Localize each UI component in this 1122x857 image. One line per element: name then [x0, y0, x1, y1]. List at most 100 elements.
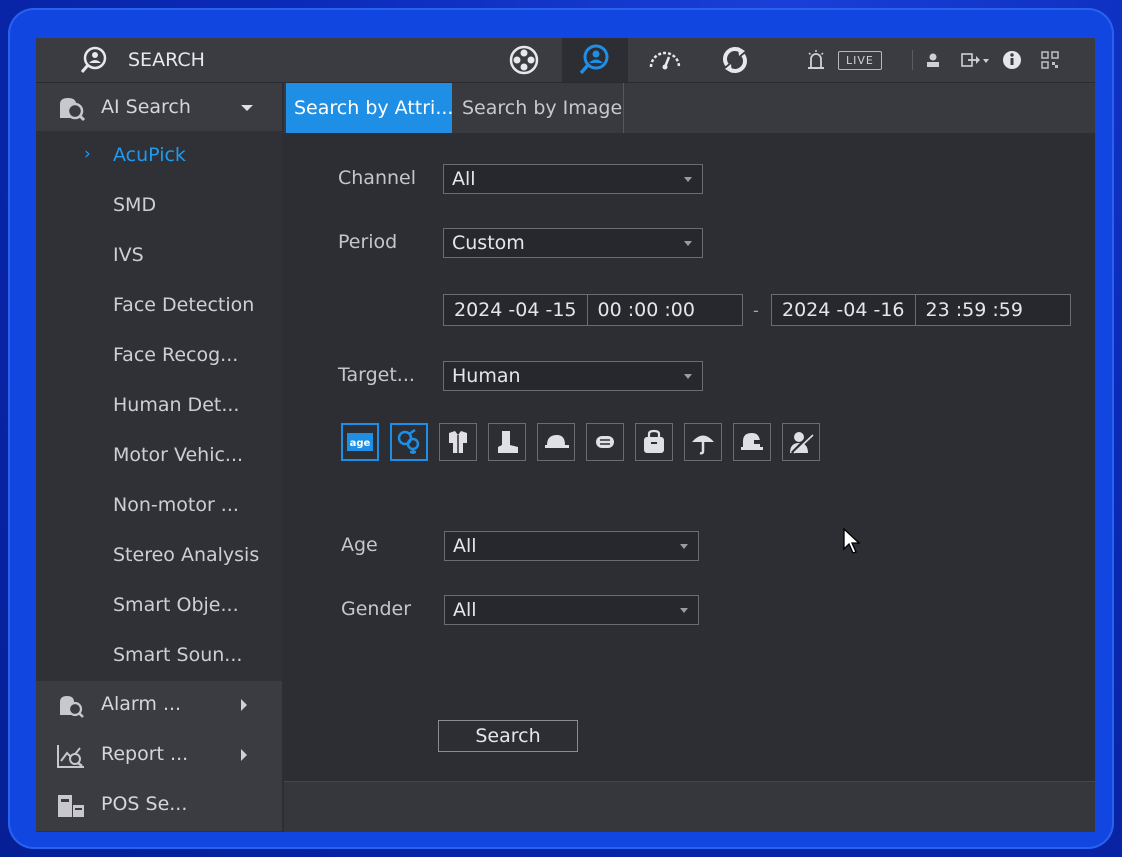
pos-terminal-icon [58, 795, 84, 817]
age-icon: age [347, 433, 373, 451]
sidebar-section-alarm[interactable]: Alarm ... [36, 681, 282, 731]
alarm-button[interactable] [802, 38, 830, 82]
sidebar-item-non-motor[interactable]: Non-motor ... [36, 481, 282, 531]
umbrella-icon [692, 435, 714, 455]
attribute-bag-toggle[interactable] [635, 423, 673, 461]
attribute-gender-toggle[interactable] [390, 423, 428, 461]
dropdown-caret-icon [684, 241, 692, 246]
search-button-label: Search [475, 725, 541, 747]
sync-button[interactable] [710, 38, 760, 82]
main-panel: Search by Attri... Search by Image Chann… [284, 83, 1095, 832]
clothes-icon [449, 431, 467, 453]
report-chart-icon [57, 745, 84, 768]
sidebar-item-acupick[interactable]: › AcuPick [36, 131, 282, 181]
attribute-mask-toggle[interactable] [586, 423, 624, 461]
user-icon [927, 53, 939, 67]
target-value: Human [452, 365, 521, 387]
playback-button[interactable] [496, 38, 552, 82]
attribute-umbrella-toggle[interactable] [684, 423, 722, 461]
end-time[interactable]: 23 :59 :59 [916, 295, 1033, 325]
speedometer-icon [649, 51, 681, 70]
tab-search-by-image[interactable]: Search by Image [454, 83, 624, 133]
sidebar-section-label: Alarm ... [101, 693, 182, 715]
sidebar-item-label: Motor Vehic... [113, 444, 244, 466]
ai-search-menu-icon [60, 98, 86, 122]
sidebar-item-face-detection[interactable]: Face Detection [36, 281, 282, 331]
attribute-helmet-toggle[interactable] [733, 423, 771, 461]
start-datetime-field[interactable]: 2024 -04 -15 00 :00 :00 [443, 294, 743, 326]
sidebar-item-human-detection[interactable]: Human Det... [36, 381, 282, 431]
end-datetime-field[interactable]: 2024 -04 -16 23 :59 :59 [771, 294, 1071, 326]
channel-select[interactable]: All [443, 164, 703, 194]
qrcode-button[interactable] [1036, 38, 1064, 82]
period-label: Period [338, 231, 398, 253]
sidebar-item-face-recognition[interactable]: Face Recog... [36, 331, 282, 381]
attribute-shoes-toggle[interactable] [488, 423, 526, 461]
sidebar-item-label: Smart Soun... [113, 644, 243, 666]
attribute-clothes-toggle[interactable] [439, 423, 477, 461]
nvr-screen: SEARCH LIVE AI Search › AcuPick SMD IVS … [36, 38, 1095, 832]
age-select[interactable]: All [444, 531, 699, 561]
start-time[interactable]: 00 :00 :00 [588, 295, 705, 325]
attribute-hat-toggle[interactable] [537, 423, 575, 461]
sidebar-item-label: Stereo Analysis [113, 544, 260, 566]
sidebar-section-pos[interactable]: POS Se... [36, 781, 282, 831]
search-form: Channel All Period Custom 2024 -04 -15 0… [284, 133, 1095, 782]
sidebar-item-label: Human Det... [113, 394, 240, 416]
app-title: SEARCH [128, 49, 205, 71]
app-brand: SEARCH [80, 46, 205, 74]
sidebar-item-smart-sound[interactable]: Smart Soun... [36, 631, 282, 681]
sidebar-item-stereo-analysis[interactable]: Stereo Analysis [36, 531, 282, 581]
chevron-down-icon [241, 105, 253, 111]
search-button[interactable]: Search [438, 720, 578, 752]
gender-select[interactable]: All [444, 595, 699, 625]
logout-button[interactable] [958, 38, 992, 82]
start-date[interactable]: 2024 -04 -15 [444, 295, 587, 325]
sidebar-section-report[interactable]: Report ... [36, 731, 282, 781]
sidebar-item-ivs[interactable]: IVS [36, 231, 282, 281]
sidebar-section-label: POS Se... [101, 793, 188, 815]
period-select[interactable]: Custom [443, 228, 703, 258]
gender-label: Gender [341, 598, 412, 620]
sidebar-header-ai-search[interactable]: AI Search [36, 83, 282, 131]
sidebar-item-smart-object[interactable]: Smart Obje... [36, 581, 282, 631]
end-date[interactable]: 2024 -04 -16 [772, 295, 915, 325]
info-icon [1003, 51, 1021, 69]
sync-icon [723, 47, 747, 73]
user-button[interactable] [922, 38, 944, 82]
sidebar-item-smd[interactable]: SMD [36, 181, 282, 231]
dropdown-caret-icon [684, 374, 692, 379]
boot-icon [498, 431, 518, 453]
attribute-none-toggle[interactable] [782, 423, 820, 461]
sidebar-item-label: Smart Obje... [113, 594, 239, 616]
caret-right-icon [241, 749, 247, 761]
attribute-age-toggle[interactable]: age [341, 423, 379, 461]
alarm-icon [808, 50, 824, 69]
channel-label: Channel [338, 167, 417, 189]
dropdown-caret-icon [684, 177, 692, 182]
target-select[interactable]: Human [443, 361, 703, 391]
sidebar-item-motor-vehicle[interactable]: Motor Vehic... [36, 431, 282, 481]
svg-text:age: age [350, 438, 371, 449]
bag-icon [644, 429, 664, 453]
sidebar-item-label: Face Detection [113, 294, 255, 316]
helmet-icon [741, 433, 763, 450]
tab-bar: Search by Attri... Search by Image [284, 83, 1095, 133]
tab-search-by-attribute[interactable]: Search by Attri... [286, 83, 453, 133]
live-button[interactable]: LIVE [838, 38, 882, 82]
sidebar-item-label: IVS [113, 244, 144, 266]
target-label: Target... [338, 364, 415, 386]
performance-button[interactable] [640, 38, 690, 82]
chevron-right-icon: › [84, 144, 91, 164]
period-value: Custom [452, 232, 525, 254]
range-separator: - [753, 301, 759, 320]
info-button[interactable] [1000, 38, 1024, 82]
logout-icon [961, 53, 989, 67]
sidebar: AI Search › AcuPick SMD IVS Face Detecti… [36, 83, 282, 832]
ai-search-button[interactable] [562, 38, 628, 82]
search-person-icon [80, 46, 107, 73]
gender-value: All [453, 599, 477, 621]
caret-right-icon [241, 699, 247, 711]
sidebar-item-label: Face Recog... [113, 344, 239, 366]
alarm-search-icon [60, 696, 84, 718]
